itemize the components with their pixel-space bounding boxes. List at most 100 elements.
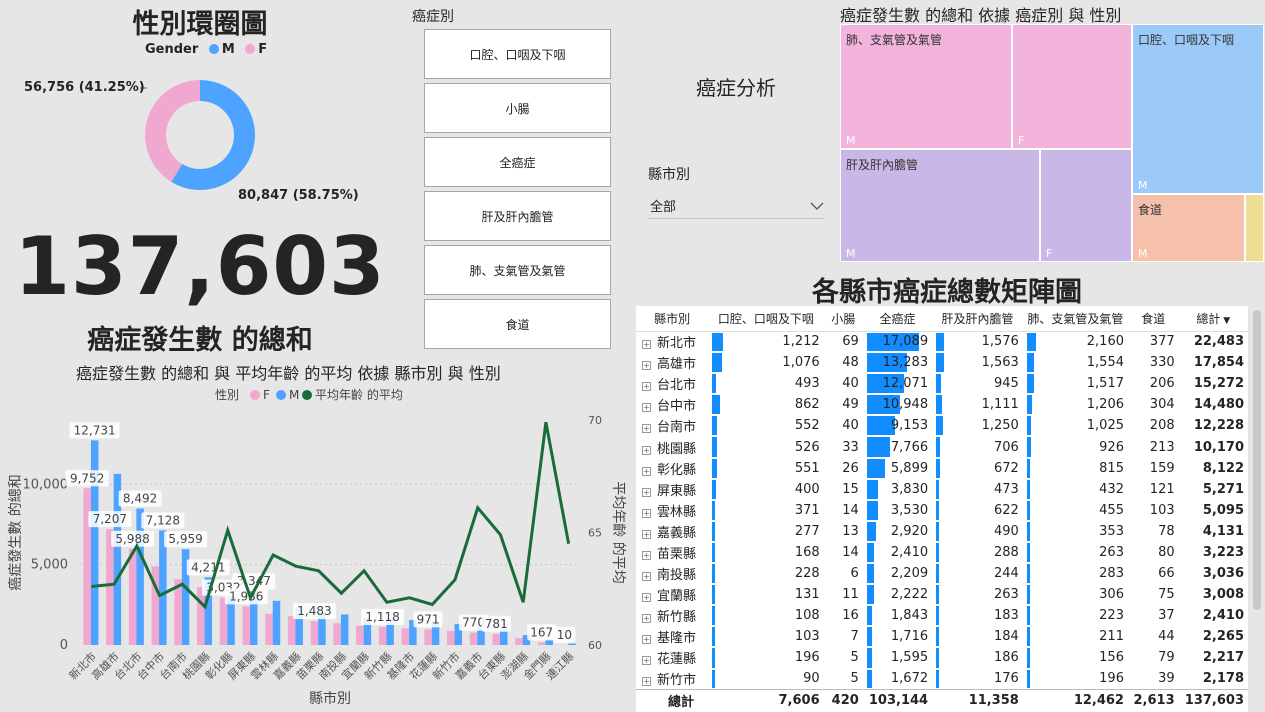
- matrix-header-6[interactable]: 食道: [1127, 306, 1179, 332]
- bar-f[interactable]: [128, 548, 137, 645]
- treemap-cell-liver-f[interactable]: F: [1040, 149, 1132, 262]
- treemap-cell-lung-f[interactable]: F: [1012, 24, 1132, 149]
- matrix-row[interactable]: + 新竹市 90 5 1,672 176 196 39 2,178: [636, 669, 1248, 690]
- matrix-header-7[interactable]: 總計 ▼: [1178, 306, 1248, 332]
- expand-icon[interactable]: +: [642, 635, 651, 645]
- bar-f[interactable]: [356, 625, 364, 645]
- matrix-header-2[interactable]: 小腸: [823, 306, 863, 332]
- bar-f[interactable]: [401, 628, 410, 645]
- treemap-cell-lung-m[interactable]: 肺、支氣管及氣管 M: [840, 24, 1012, 149]
- expand-icon[interactable]: +: [642, 614, 651, 624]
- svg-text:7,128: 7,128: [146, 513, 180, 527]
- data-bar: [712, 416, 717, 436]
- expand-icon[interactable]: +: [642, 403, 651, 413]
- matrix-header-0[interactable]: 縣市別: [636, 306, 709, 332]
- matrix-header-4[interactable]: 肝及肝內膽管: [932, 306, 1023, 332]
- expand-icon[interactable]: +: [642, 593, 651, 603]
- bar-m[interactable]: [545, 639, 553, 645]
- matrix-row[interactable]: + 桃園縣 526 33 7,766 706 926 213 10,170: [636, 436, 1248, 457]
- matrix-row[interactable]: + 嘉義縣 277 13 2,920 490 353 78 4,131: [636, 521, 1248, 542]
- bar-m[interactable]: [136, 508, 144, 645]
- matrix-row[interactable]: + 彰化縣 551 26 5,899 672 815 159 8,122: [636, 458, 1248, 479]
- data-bar: [712, 353, 722, 373]
- matrix-scrollbar[interactable]: [1253, 310, 1261, 610]
- data-bar: [936, 606, 940, 626]
- bar-f[interactable]: [537, 642, 546, 645]
- legend-m-label[interactable]: M: [222, 42, 235, 57]
- slicer-option-oral[interactable]: 口腔、口咽及下咽: [424, 29, 611, 79]
- bar-m[interactable]: [340, 614, 349, 645]
- treemap-cell-oral-m[interactable]: 口腔、口咽及下咽 M: [1132, 24, 1264, 194]
- matrix-cell-county: + 彰化縣: [636, 458, 708, 479]
- expand-icon[interactable]: +: [642, 572, 651, 582]
- bar-f[interactable]: [424, 629, 432, 645]
- matrix-cell: 263: [1023, 542, 1128, 563]
- expand-icon[interactable]: +: [642, 382, 651, 392]
- legend-label-1[interactable]: M: [289, 388, 299, 402]
- legend-label-2[interactable]: 平均年齡 的平均: [315, 387, 403, 402]
- matrix-row[interactable]: + 台南市 552 40 9,153 1,250 1,025 208 12,228: [636, 415, 1248, 436]
- matrix-row[interactable]: + 苗栗縣 168 14 2,410 288 263 80 3,223: [636, 542, 1248, 563]
- bar-f[interactable]: [197, 587, 205, 645]
- expand-icon[interactable]: +: [642, 677, 651, 687]
- bar-m[interactable]: [568, 643, 576, 645]
- bar-m[interactable]: [272, 600, 281, 645]
- y2-axis-label: 平均年齡 的平均: [610, 481, 626, 583]
- expand-icon[interactable]: +: [642, 529, 651, 539]
- matrix-row[interactable]: + 南投縣 228 6 2,209 244 283 66 3,036: [636, 563, 1248, 584]
- matrix-row[interactable]: + 宜蘭縣 131 11 2,222 263 306 75 3,008: [636, 584, 1248, 605]
- bar-f[interactable]: [447, 630, 455, 645]
- matrix-header-3[interactable]: 全癌症: [862, 306, 933, 332]
- bar-f[interactable]: [242, 606, 251, 645]
- expand-icon[interactable]: +: [642, 361, 651, 371]
- bar-f[interactable]: [265, 613, 273, 645]
- slicer-option-esophagus[interactable]: 食道: [424, 299, 611, 349]
- bar-f[interactable]: [219, 597, 228, 645]
- data-bar: [936, 437, 940, 457]
- matrix-header-5[interactable]: 肺、支氣管及氣管: [1022, 306, 1128, 332]
- bar-f[interactable]: [515, 638, 523, 645]
- bar-f[interactable]: [378, 627, 387, 645]
- cell-value: 277: [794, 523, 820, 539]
- bar-f[interactable]: [333, 623, 341, 645]
- cell-value: 862: [794, 397, 820, 413]
- matrix-row[interactable]: + 新竹縣 108 16 1,843 183 223 37 2,410: [636, 605, 1248, 626]
- matrix-cell: 26: [824, 458, 863, 479]
- sort-desc-icon[interactable]: ▼: [1220, 316, 1230, 326]
- expand-icon[interactable]: +: [642, 487, 651, 497]
- matrix-row[interactable]: + 屏東縣 400 15 3,830 473 432 121 5,271: [636, 479, 1248, 500]
- bar-f[interactable]: [469, 632, 478, 645]
- slicer-option-all-cancer[interactable]: 全癌症: [424, 137, 611, 187]
- county-filter-dropdown[interactable]: 全部: [648, 193, 824, 219]
- expand-icon[interactable]: +: [642, 466, 651, 476]
- slicer-option-lung[interactable]: 肺、支氣管及氣管: [424, 245, 611, 295]
- expand-icon[interactable]: +: [642, 445, 651, 455]
- slicer-option-small-intestine[interactable]: 小腸: [424, 83, 611, 133]
- matrix-row[interactable]: + 高雄市 1,076 48 13,283 1,563 1,554 330 17,854: [636, 352, 1248, 373]
- treemap-cell-esophagus-m[interactable]: 食道 M: [1132, 194, 1245, 262]
- bar-f[interactable]: [310, 621, 319, 645]
- expand-icon[interactable]: +: [642, 550, 651, 560]
- legend-f-label[interactable]: F: [258, 42, 267, 57]
- matrix-row[interactable]: + 雲林縣 371 14 3,530 622 455 103 5,095: [636, 500, 1248, 521]
- bar-f[interactable]: [492, 633, 501, 645]
- treemap-cell-liver-m[interactable]: 肝及肝內膽管 M: [840, 149, 1040, 262]
- matrix-row[interactable]: + 新北市 1,212 69 17,089 1,576 2,160 377 22,483: [636, 331, 1248, 352]
- legend-dot-1: [276, 390, 286, 400]
- expand-icon[interactable]: +: [642, 656, 651, 666]
- bar-f[interactable]: [287, 616, 296, 645]
- expand-icon[interactable]: +: [642, 340, 651, 350]
- slicer-option-liver[interactable]: 肝及肝內膽管: [424, 191, 611, 241]
- matrix-row[interactable]: + 台中市 862 49 10,948 1,111 1,206 304 14,480: [636, 394, 1248, 415]
- data-bar: [936, 521, 940, 541]
- expand-icon[interactable]: +: [642, 508, 651, 518]
- matrix-cell: 5,095: [1179, 500, 1248, 521]
- treemap-cell-small-intestine[interactable]: [1245, 194, 1264, 262]
- matrix-header-1[interactable]: 口腔、口咽及下咽: [708, 306, 824, 332]
- matrix-row[interactable]: + 台北市 493 40 12,071 945 1,517 206 15,272: [636, 373, 1248, 394]
- bar-m[interactable]: [159, 530, 167, 645]
- matrix-row[interactable]: + 花蓮縣 196 5 1,595 186 156 79 2,217: [636, 647, 1248, 668]
- expand-icon[interactable]: +: [642, 424, 651, 434]
- matrix-row[interactable]: + 基隆市 103 7 1,716 184 211 44 2,265: [636, 626, 1248, 647]
- legend-label-0[interactable]: F: [263, 388, 270, 402]
